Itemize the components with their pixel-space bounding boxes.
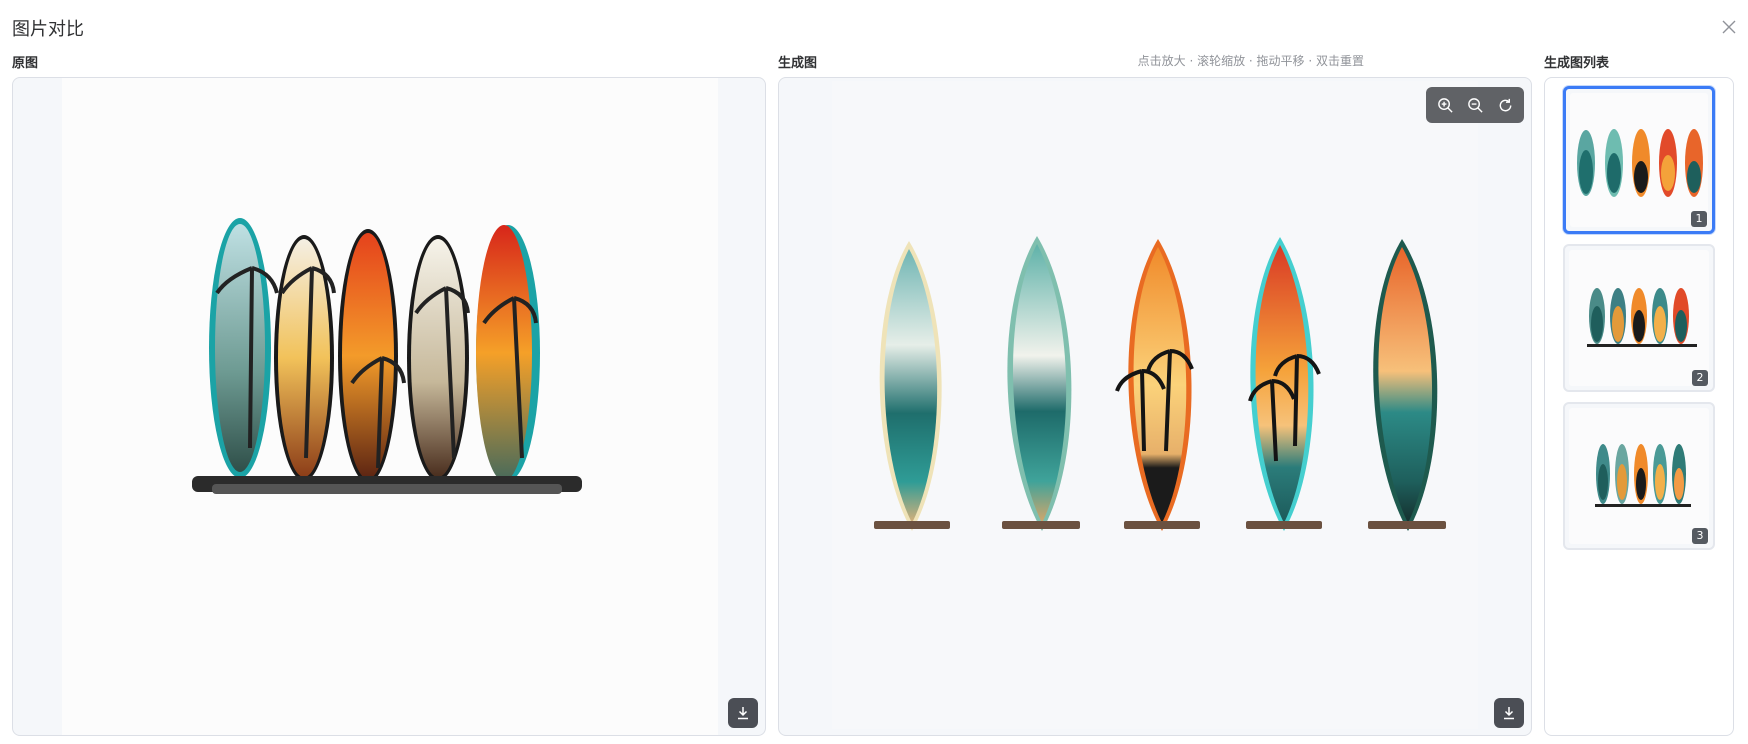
original-image-viewer[interactable] (12, 77, 766, 736)
reset-button[interactable] (1492, 92, 1518, 118)
thumbnail-number-badge: 2 (1692, 370, 1708, 386)
thumbnail-image (1587, 288, 1697, 347)
thumbnail-number-badge: 1 (1691, 211, 1707, 227)
zoom-toolbar (1426, 87, 1524, 123)
zoom-out-button[interactable] (1462, 92, 1488, 118)
generated-surfboards-image (874, 236, 1446, 531)
zoom-in-button[interactable] (1432, 92, 1458, 118)
thumbnail-image (1577, 129, 1703, 197)
close-icon (1722, 20, 1736, 34)
zoom-in-icon (1437, 97, 1453, 113)
reset-icon (1499, 98, 1511, 111)
thumbnail-1[interactable]: 1 (1563, 86, 1715, 234)
generated-list-label: 生成图列表 (1544, 56, 1610, 71)
download-icon (738, 707, 748, 720)
download-icon (1504, 707, 1514, 720)
thumbnail-2[interactable]: 2 (1563, 244, 1715, 392)
thumbnail-image (1595, 444, 1691, 507)
generated-image[interactable] (832, 81, 1478, 729)
download-generated-button[interactable] (1494, 698, 1524, 728)
dialog-title: 图片对比 (12, 19, 84, 40)
close-button[interactable] (1718, 16, 1740, 38)
thumbnail-number-badge: 3 (1692, 528, 1708, 544)
image-compare-dialog: 图片对比 原图 生成图 点击放大 · 滚轮缩放 · 拖动平移 · 双击重置 生成… (0, 0, 1748, 744)
generated-image-viewer[interactable] (778, 77, 1532, 736)
viewer-hint: 点击放大 · 滚轮缩放 · 拖动平移 · 双击重置 (1137, 54, 1364, 68)
generated-list: 1 2 3 (1544, 77, 1734, 736)
zoom-out-icon (1467, 97, 1483, 113)
original-image[interactable] (62, 78, 718, 735)
original-surfboards-image (192, 218, 582, 494)
generated-label: 生成图 (778, 56, 818, 71)
thumbnail-3[interactable]: 3 (1563, 402, 1715, 550)
download-original-button[interactable] (728, 698, 758, 728)
original-label: 原图 (12, 56, 39, 71)
